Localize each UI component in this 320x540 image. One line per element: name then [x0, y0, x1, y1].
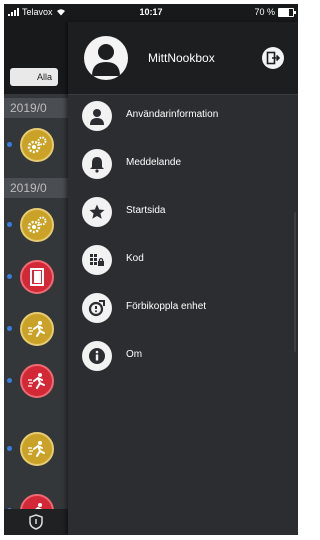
event-item[interactable] [4, 202, 68, 250]
bottom-bar [4, 509, 68, 535]
shield-icon[interactable] [29, 514, 43, 530]
unread-dot [7, 326, 12, 331]
event-badge [20, 364, 54, 398]
gears-icon [27, 136, 47, 154]
door-icon [30, 268, 44, 286]
menu-item-meddelande[interactable]: Meddelande [68, 142, 298, 186]
event-badge [20, 260, 54, 294]
event-badge [20, 208, 54, 242]
bell-icon [82, 149, 112, 179]
date-header: 2019/0 [4, 178, 68, 198]
star-icon [82, 197, 112, 227]
user-icon [82, 101, 112, 131]
status-bar: Telavox 10:17 70 % [4, 4, 298, 22]
app-frame: Telavox 10:17 70 % Alla 2019/0 2019/0 Mi… [4, 4, 298, 535]
logout-icon [266, 51, 280, 65]
menu-item-anvandarinformation[interactable]: Användarinformation [68, 94, 298, 138]
side-drawer: MittNookbox Användarinformation Meddelan… [68, 22, 298, 535]
unread-dot [7, 222, 12, 227]
menu-item-label: Meddelande [126, 157, 182, 168]
event-item[interactable] [4, 306, 68, 354]
keypad-lock-icon [82, 245, 112, 275]
tab-all[interactable]: Alla [10, 68, 58, 86]
bypass-icon [82, 293, 112, 323]
runner-icon [28, 373, 45, 389]
user-avatar-icon [92, 44, 120, 76]
event-badge [20, 312, 54, 346]
drawer-header: MittNookbox [68, 22, 298, 95]
logout-button[interactable] [262, 47, 284, 69]
event-item[interactable] [4, 426, 68, 474]
event-list-panel: Alla 2019/0 2019/0 [4, 22, 68, 535]
status-right: 70 % [254, 7, 296, 17]
scrollbar[interactable] [294, 212, 296, 352]
menu-item-label: Kod [126, 253, 144, 264]
user-name: MittNookbox [148, 51, 215, 65]
runner-icon [28, 321, 45, 337]
event-item[interactable] [4, 254, 68, 302]
info-icon [82, 341, 112, 371]
unread-dot [7, 142, 12, 147]
runner-icon [28, 441, 45, 457]
date-header: 2019/0 [4, 98, 68, 118]
menu-item-kod[interactable]: Kod [68, 238, 298, 282]
gears-icon [27, 216, 47, 234]
battery-percent: 70 % [254, 7, 275, 17]
unread-dot [7, 446, 12, 451]
menu-item-om[interactable]: Om [68, 334, 298, 378]
event-badge [20, 128, 54, 162]
event-item[interactable] [4, 122, 68, 170]
menu-item-label: Om [126, 349, 143, 360]
unread-dot [7, 274, 12, 279]
event-list-header: Alla [4, 22, 68, 94]
battery-icon [278, 7, 296, 17]
menu-item-label: Startsida [126, 205, 166, 216]
menu-item-forbikoppla-enhet[interactable]: Förbikoppla enhet [68, 286, 298, 330]
avatar[interactable] [84, 36, 128, 80]
menu-item-label: Förbikoppla enhet [126, 301, 207, 312]
event-item[interactable] [4, 358, 68, 406]
menu-item-startsida[interactable]: Startsida [68, 190, 298, 234]
event-badge [20, 432, 54, 466]
menu-item-label: Användarinformation [126, 109, 219, 120]
unread-dot [7, 378, 12, 383]
